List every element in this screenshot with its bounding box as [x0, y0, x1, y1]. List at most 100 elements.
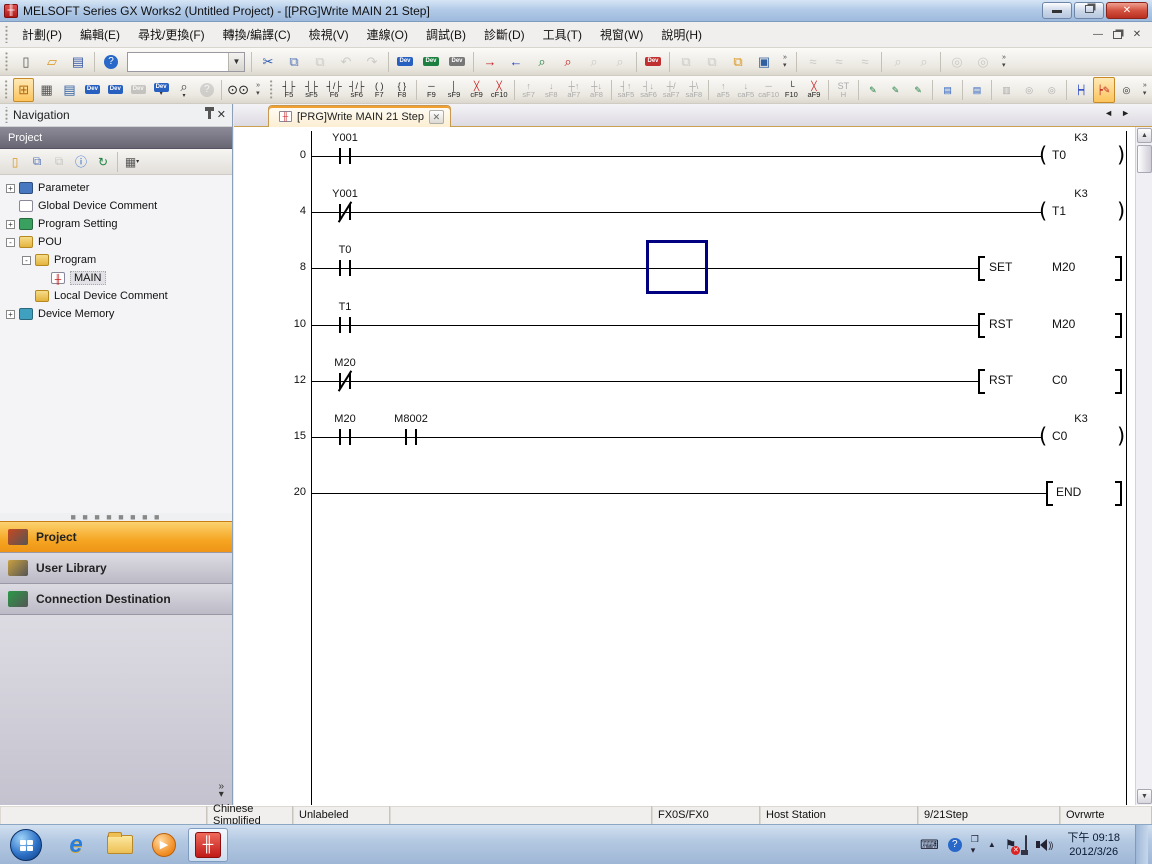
refresh-icon[interactable]: ↻	[92, 151, 114, 173]
read-mode-button[interactable]: ┝┥	[1070, 77, 1093, 103]
menu-item-4[interactable]: 檢視(V)	[300, 22, 358, 47]
paste-icon[interactable]: ⧉	[308, 50, 332, 74]
device-find-icon-dropdown-icon[interactable]: ▾	[182, 94, 185, 99]
device-monitor-icon[interactable]: Dev	[419, 50, 443, 74]
sth-button[interactable]: STH	[832, 77, 855, 103]
minimize-button[interactable]: ▬	[1042, 2, 1072, 19]
menu-item-1[interactable]: 編輯(E)	[71, 22, 129, 47]
delete-line-button[interactable]: ╳aF9	[803, 77, 826, 103]
language-bar-icon[interactable]: ❒▾	[971, 834, 979, 856]
watch-stop-icon[interactable]: ⌕	[912, 50, 936, 74]
stop-monitor-icon[interactable]: ⌕	[556, 50, 580, 74]
scroll-down-icon[interactable]: ▼	[1137, 789, 1152, 804]
toolbar-overflow-icon[interactable]: »▾	[779, 54, 791, 69]
pulse-contact-button[interactable]: ↑sF7	[517, 77, 540, 103]
copy-data-icon[interactable]: ⧉	[26, 151, 48, 173]
vertical-line-button[interactable]: │sF9	[443, 77, 466, 103]
internet-explorer-icon[interactable]: e	[56, 828, 96, 862]
pulse-result-fall-button[interactable]: ─caF10	[757, 77, 780, 103]
delete-vertical-button[interactable]: ╳cF10	[488, 77, 511, 103]
help-tray-icon[interactable]: ?	[948, 838, 962, 852]
coil-button[interactable]: ( )F7	[368, 77, 391, 103]
scroll-up-icon[interactable]: ▲	[1137, 128, 1152, 143]
tab-scroll-left-icon[interactable]: ◄	[1104, 108, 1113, 118]
close-contact-button[interactable]: ┤/├F6	[323, 77, 346, 103]
note-edit-button[interactable]: ✎	[884, 77, 907, 103]
new-project-icon[interactable]: ▯	[14, 50, 38, 74]
write-to-plc-icon[interactable]: →	[478, 50, 502, 74]
device-ccl-icon[interactable]: Dev	[128, 78, 149, 102]
statement-batch-button[interactable]: ▤	[936, 77, 959, 103]
expand-icon[interactable]: +	[6, 310, 15, 319]
device-reference-icon[interactable]: Dev	[105, 78, 126, 102]
volume-icon[interactable]: ))	[1036, 839, 1052, 851]
pulse-fall-contact-button[interactable]: ↓sF8	[540, 77, 563, 103]
network-icon[interactable]	[1025, 836, 1027, 854]
expand-icon[interactable]: +	[6, 220, 15, 229]
mdi-restore-button[interactable]	[1113, 31, 1122, 39]
start-monitor-icon[interactable]: ⌕	[530, 50, 554, 74]
close-branch-button[interactable]: ┤/├sF6	[345, 77, 368, 103]
new-data-icon[interactable]: ▯	[4, 151, 26, 173]
pulse-open-branch-button[interactable]: ┼/saF7	[660, 77, 683, 103]
statement-display-icon[interactable]: ⧉	[700, 50, 724, 74]
menu-item-0[interactable]: 計劃(P)	[13, 22, 71, 47]
help-icon[interactable]: ?	[99, 50, 123, 74]
read-from-plc-icon[interactable]: ←	[504, 50, 528, 74]
document-1-button[interactable]: ▥	[995, 77, 1018, 103]
nav-view-button-project[interactable]: Project	[0, 521, 232, 552]
horizontal-line-button[interactable]: ─F9	[420, 77, 443, 103]
pulse-result-button[interactable]: ↓caF5	[735, 77, 758, 103]
delete-horizontal-button[interactable]: ╳cF9	[465, 77, 488, 103]
expand-icon[interactable]: +	[6, 184, 15, 193]
open-project-icon[interactable]: ▱	[40, 50, 64, 74]
navigation-collapse-strip[interactable]: »▾	[0, 614, 232, 805]
mdi-close-button[interactable]: ✕	[1130, 29, 1144, 40]
device-batch-icon-dropdown-icon[interactable]: ▾	[160, 92, 163, 97]
device-comment-window-icon[interactable]: Dev	[82, 78, 103, 102]
scrollbar-thumb[interactable]	[1137, 145, 1152, 173]
toolbar-overflow-icon[interactable]: »▾	[253, 82, 263, 97]
menu-item-10[interactable]: 說明(H)	[652, 22, 711, 47]
pause-monitor-icon[interactable]: ⌕	[582, 50, 606, 74]
paste-data-icon[interactable]: ⧉	[48, 151, 70, 173]
trace-stop-icon[interactable]: ≈	[853, 50, 877, 74]
pulse-branch-button[interactable]: ┼↑aF7	[563, 77, 586, 103]
nav-view-button-user-library[interactable]: User Library	[0, 552, 232, 583]
restore-button[interactable]	[1074, 2, 1104, 19]
verify-icon[interactable]: ◎	[945, 50, 969, 74]
comment-display-icon[interactable]: ⧉	[674, 50, 698, 74]
ladder-canvas[interactable]: 0Y001K3(T0)4Y001K3(T1)8T0SETM2010T1RSTM2…	[234, 127, 1135, 805]
toolbar-overflow-icon[interactable]: »▾	[1140, 82, 1150, 97]
cut-icon[interactable]: ✂	[256, 50, 280, 74]
watch-start-icon[interactable]: ⌕	[886, 50, 910, 74]
menu-item-7[interactable]: 診斷(D)	[475, 22, 534, 47]
action-center-flag-icon[interactable]: ⚑✕	[1005, 837, 1017, 853]
tree-item-parameter[interactable]: +Parameter	[0, 179, 232, 197]
edit-cursor[interactable]	[646, 240, 708, 294]
menu-item-9[interactable]: 視窗(W)	[591, 22, 652, 47]
combo-dropdown-icon[interactable]: ▼	[228, 53, 244, 71]
verify-result-icon[interactable]: ◎	[971, 50, 995, 74]
vertical-scrollbar[interactable]: ▲ ▼	[1135, 127, 1152, 805]
open-contact-button[interactable]: ┤├F5	[278, 77, 301, 103]
property-icon[interactable]: ⓘ	[70, 151, 92, 173]
menu-item-8[interactable]: 工具(T)	[534, 22, 591, 47]
document-2-button[interactable]: ◎	[1018, 77, 1041, 103]
chevron-icon[interactable]: »▾	[218, 783, 224, 799]
save-project-icon[interactable]: ▤	[66, 50, 90, 74]
note-display-icon[interactable]: ⧉	[726, 50, 750, 74]
undo-icon[interactable]: ↶	[334, 50, 358, 74]
function-block-selection-icon[interactable]: ▦	[36, 78, 57, 102]
note-batch-button[interactable]: ▤	[966, 77, 989, 103]
menu-item-3[interactable]: 轉換/編譯(C)	[214, 22, 300, 47]
taskbar-clock[interactable]: 下午 09:18 2012/3/26	[1061, 831, 1126, 859]
menu-item-5[interactable]: 連線(O)	[358, 22, 417, 47]
open-branch-button[interactable]: ┤├sF5	[300, 77, 323, 103]
device-test-icon[interactable]: Dev	[445, 50, 469, 74]
pulse-close-button[interactable]: ┤↓saF6	[637, 77, 660, 103]
redo-icon[interactable]: ↷	[360, 50, 384, 74]
copy-icon[interactable]: ⧉	[282, 50, 306, 74]
inline-statement-edit-button[interactable]: ✎	[862, 77, 885, 103]
collapse-icon[interactable]: -	[22, 256, 31, 265]
